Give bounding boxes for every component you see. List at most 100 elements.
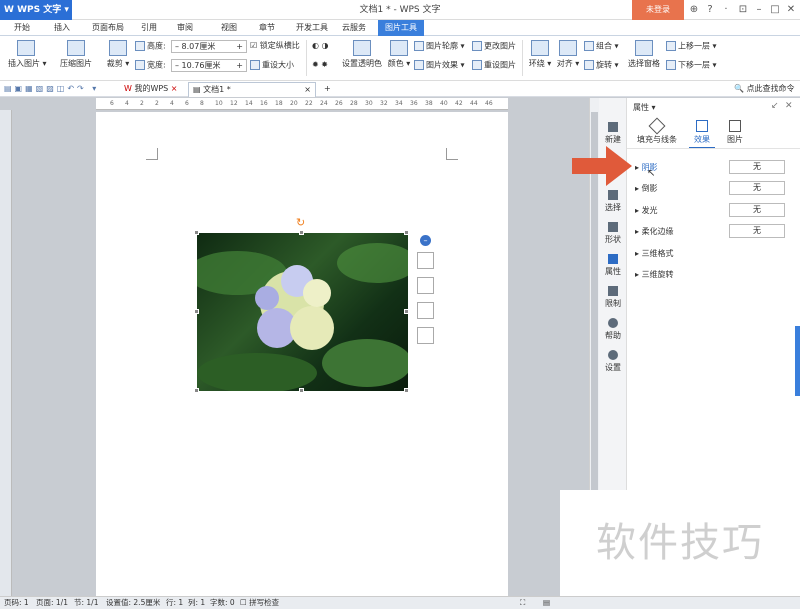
row-3d-rotation[interactable]: ▸ 三维旋转 bbox=[635, 269, 674, 280]
title-bar: W WPS 文字 ▾ 文档1 * - WPS 文字 未登录 ⊕ ? · ⊡ – … bbox=[0, 0, 800, 20]
color-button[interactable]: 颜色 ▾ bbox=[386, 40, 412, 69]
spell-check-toggle[interactable]: ☐ 拼写检查 bbox=[240, 597, 279, 609]
reset-picture-button[interactable]: 重设图片 bbox=[472, 60, 516, 71]
select-pane-button[interactable]: 选择窗格 bbox=[626, 40, 662, 69]
rotate-handle-icon[interactable]: ↻ bbox=[296, 216, 305, 229]
ruler-tick: 24 bbox=[320, 100, 328, 107]
panel-pin-icon[interactable]: ↙ bbox=[771, 101, 779, 111]
login-button[interactable]: 未登录 bbox=[632, 0, 684, 20]
tab-review[interactable]: 审阅 bbox=[170, 20, 200, 36]
align-button[interactable]: 对齐 ▾ bbox=[556, 40, 580, 69]
resize-handle-b[interactable] bbox=[299, 388, 304, 393]
horizontal-ruler[interactable]: 6 4 2 2 4 6 8 10 12 14 16 18 20 22 24 26 28 30 32 34 36 38 40 4… bbox=[96, 98, 508, 110]
resize-handle-bl[interactable] bbox=[194, 388, 199, 393]
reset-size-icon bbox=[250, 60, 260, 70]
close-icon[interactable]: ✕ bbox=[783, 0, 799, 20]
resize-handle-tr[interactable] bbox=[404, 230, 409, 235]
contrast-buttons[interactable]: ◐ ◑ bbox=[312, 41, 329, 51]
sidebar-item-shape[interactable]: 形状 bbox=[599, 222, 627, 245]
search-command[interactable]: 🔍 点此查找命令 bbox=[734, 84, 795, 94]
tab-cloud[interactable]: 云服务 bbox=[336, 20, 372, 36]
sidebar-item-settings[interactable]: 设置 bbox=[599, 350, 627, 373]
picture-float-icon[interactable] bbox=[417, 327, 434, 344]
align-icon bbox=[559, 40, 577, 56]
tab-picture-tools[interactable]: 图片工具 bbox=[378, 20, 424, 36]
lock-ratio-checkbox[interactable]: ☑ 锁定纵横比 bbox=[250, 41, 300, 51]
brightness-buttons[interactable]: ✹ ✸ bbox=[312, 60, 328, 70]
layout-options-icon[interactable] bbox=[417, 252, 434, 269]
shadow-value[interactable]: 无 bbox=[729, 160, 785, 174]
sidebar-item-property[interactable]: 属性 bbox=[599, 254, 627, 277]
new-tab-button[interactable]: + bbox=[320, 82, 335, 97]
set-transparent-button[interactable]: 设置透明色 bbox=[342, 40, 382, 69]
fullscreen-icon[interactable]: ⛶ bbox=[520, 597, 525, 609]
maximize-icon[interactable]: □ bbox=[767, 0, 783, 20]
panel-title[interactable]: 属性 ▾ bbox=[633, 102, 656, 113]
hydrangea-image[interactable] bbox=[187, 233, 417, 393]
ruler-tick: 30 bbox=[365, 100, 373, 107]
height-input[interactable]: – 8.07厘米 + bbox=[171, 40, 247, 53]
glow-value[interactable]: 无 bbox=[729, 203, 785, 217]
picture-effect-button[interactable]: 图片效果 ▾ bbox=[414, 60, 465, 71]
tab-fill-line[interactable]: 填充与线条 bbox=[635, 117, 679, 145]
resize-handle-l[interactable] bbox=[194, 309, 199, 314]
sidebar-item-new[interactable]: 新建 bbox=[599, 122, 627, 145]
send-backward-button[interactable]: 下移一层 ▾ bbox=[666, 60, 717, 71]
ruler-tick: 44 bbox=[470, 100, 478, 107]
row-reflection[interactable]: ▸ 倒影 bbox=[635, 183, 658, 194]
bring-forward-button[interactable]: 上移一层 ▾ bbox=[666, 41, 717, 52]
group-button[interactable]: 组合 ▾ bbox=[584, 41, 619, 52]
crop-button[interactable]: 裁剪 ▾ bbox=[104, 40, 132, 69]
collapse-icon[interactable]: – bbox=[420, 235, 431, 246]
more-icon[interactable]: · bbox=[718, 0, 734, 20]
vertical-ruler[interactable] bbox=[0, 110, 12, 597]
ruler-tick: 26 bbox=[335, 100, 343, 107]
quick-access-icons[interactable]: ▤▣▦▧▨◫↶↷ ▾ bbox=[4, 84, 99, 94]
change-picture-button[interactable]: 更改图片 bbox=[472, 41, 516, 52]
row-3d-format[interactable]: ▸ 三维格式 bbox=[635, 248, 674, 259]
resize-handle-tl[interactable] bbox=[194, 230, 199, 235]
tab-effect[interactable]: 效果 bbox=[689, 120, 715, 149]
wps-logo-icon: W bbox=[4, 5, 18, 15]
help-icon[interactable]: ? bbox=[702, 0, 718, 20]
doc-tab-mywps[interactable]: W 我的WPS × bbox=[120, 82, 182, 97]
app-menu-button[interactable]: W WPS 文字 ▾ bbox=[0, 0, 72, 20]
row-glow[interactable]: ▸ 发光 bbox=[635, 205, 658, 216]
picture-outline-button[interactable]: 图片轮廓 ▾ bbox=[414, 41, 465, 52]
mouse-cursor-icon: ↖ bbox=[647, 168, 656, 179]
doc-tab-document1[interactable]: ▤ 文档1 * × bbox=[188, 82, 316, 97]
resize-handle-br[interactable] bbox=[404, 388, 409, 393]
tab-chapter[interactable]: 章节 bbox=[252, 20, 282, 36]
sidebar-item-restrict[interactable]: 限制 bbox=[599, 286, 627, 309]
ruler-tick: 10 bbox=[215, 100, 223, 107]
width-input[interactable]: – 10.76厘米 + bbox=[171, 59, 247, 72]
view-mode-icon[interactable]: ▤ bbox=[543, 597, 550, 609]
minimize-icon[interactable]: – bbox=[751, 0, 767, 20]
reset-size-button[interactable]: 重设大小 bbox=[250, 60, 294, 71]
tab-page-layout[interactable]: 页面布局 bbox=[84, 20, 132, 36]
resize-handle-t[interactable] bbox=[299, 230, 304, 235]
tab-developer[interactable]: 开发工具 bbox=[292, 20, 332, 36]
restore-icon[interactable]: ⊡ bbox=[735, 0, 751, 20]
insert-image-button[interactable]: 插入图片 ▾ bbox=[8, 40, 47, 69]
skin-icon[interactable]: ⊕ bbox=[686, 0, 702, 20]
panel-close-icon[interactable]: ✕ bbox=[785, 101, 793, 111]
tab-reference[interactable]: 引用 bbox=[134, 20, 164, 36]
resize-handle-r[interactable] bbox=[404, 309, 409, 314]
sidebar-item-help[interactable]: 帮助 bbox=[599, 318, 627, 341]
tab-insert[interactable]: 插入 bbox=[44, 20, 80, 36]
zoom-icon[interactable] bbox=[417, 277, 434, 294]
crop-float-icon[interactable] bbox=[417, 302, 434, 319]
rotate-button[interactable]: 旋转 ▾ bbox=[584, 60, 619, 71]
row-soft-edges[interactable]: ▸ 柔化边缘 bbox=[635, 226, 674, 237]
insert-image-icon bbox=[17, 40, 35, 56]
sidebar-item-select[interactable]: 选择 bbox=[599, 190, 627, 213]
tab-start[interactable]: 开始 bbox=[4, 20, 40, 36]
soft-edges-value[interactable]: 无 bbox=[729, 224, 785, 238]
wrap-button[interactable]: 环绕 ▾ bbox=[528, 40, 552, 69]
tab-view[interactable]: 视图 bbox=[214, 20, 244, 36]
reflection-value[interactable]: 无 bbox=[729, 181, 785, 195]
compress-image-button[interactable]: 压缩图片 bbox=[58, 40, 94, 69]
side-expand-handle[interactable] bbox=[795, 326, 800, 396]
tab-picture[interactable]: 图片 bbox=[723, 120, 747, 145]
